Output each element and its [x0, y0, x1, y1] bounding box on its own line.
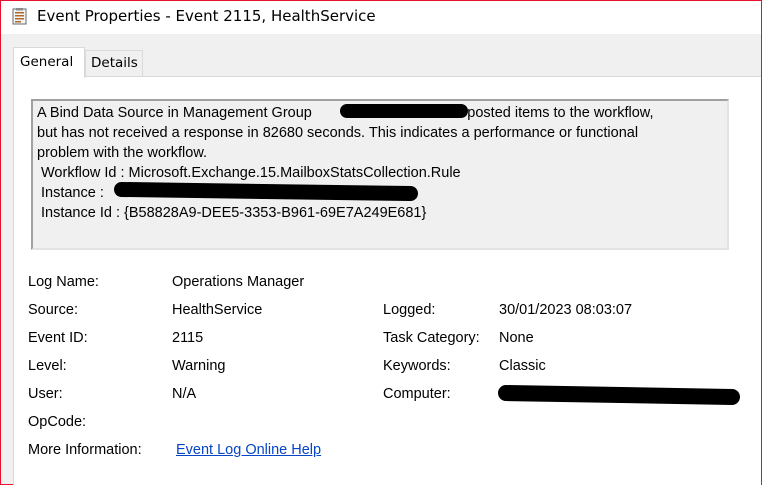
instance-id-line: Instance Id : {B58828A9-DEE5-3353-B961-6…	[41, 205, 427, 221]
event-log-online-help-link[interactable]: Event Log Online Help	[176, 442, 321, 458]
description-line-1-end: has posted items to the workflow,	[439, 105, 654, 121]
level-value: Warning	[172, 358, 226, 374]
event-description[interactable]: A Bind Data Source in Management Group h…	[31, 99, 729, 250]
event-viewer-icon	[12, 8, 27, 25]
level-label: Level:	[28, 358, 67, 374]
description-line-1-start: A Bind Data Source in Management Group	[37, 105, 316, 121]
event-properties-window: Event Properties - Event 2115, HealthSer…	[0, 0, 762, 485]
description-line-2: but has not received a response in 82680…	[37, 125, 639, 141]
general-panel: A Bind Data Source in Management Group h…	[13, 76, 761, 485]
event-id-label: Event ID:	[28, 330, 88, 346]
redaction-mark-group	[340, 104, 468, 118]
task-category-value: None	[499, 330, 534, 346]
user-label: User:	[28, 386, 63, 402]
title-bar[interactable]: Event Properties - Event 2115, HealthSer…	[1, 1, 761, 34]
description-line-3: problem with the workflow.	[37, 145, 208, 161]
source-label: Source:	[28, 302, 78, 318]
computer-label: Computer:	[383, 386, 451, 402]
redaction-mark-computer	[497, 384, 741, 406]
window-title: Event Properties - Event 2115, HealthSer…	[37, 7, 376, 25]
keywords-value: Classic	[499, 358, 546, 374]
log-name-label: Log Name:	[28, 274, 99, 290]
source-value: HealthService	[172, 302, 263, 318]
task-category-label: Task Category:	[383, 330, 480, 346]
event-id-value: 2115	[172, 330, 204, 346]
tab-general[interactable]: General	[13, 47, 85, 78]
opcode-label: OpCode:	[28, 414, 87, 430]
keywords-label: Keywords:	[383, 358, 451, 374]
more-information-label: More Information:	[28, 442, 142, 458]
tab-details[interactable]: Details	[85, 50, 143, 77]
workflow-id-line: Workflow Id : Microsoft.Exchange.15.Mail…	[41, 165, 461, 181]
logged-value: 30/01/2023 08:03:07	[499, 302, 633, 318]
user-value: N/A	[172, 386, 197, 402]
log-name-value: Operations Manager	[172, 274, 305, 290]
logged-label: Logged:	[383, 302, 436, 318]
tab-strip: General Details	[1, 47, 761, 78]
